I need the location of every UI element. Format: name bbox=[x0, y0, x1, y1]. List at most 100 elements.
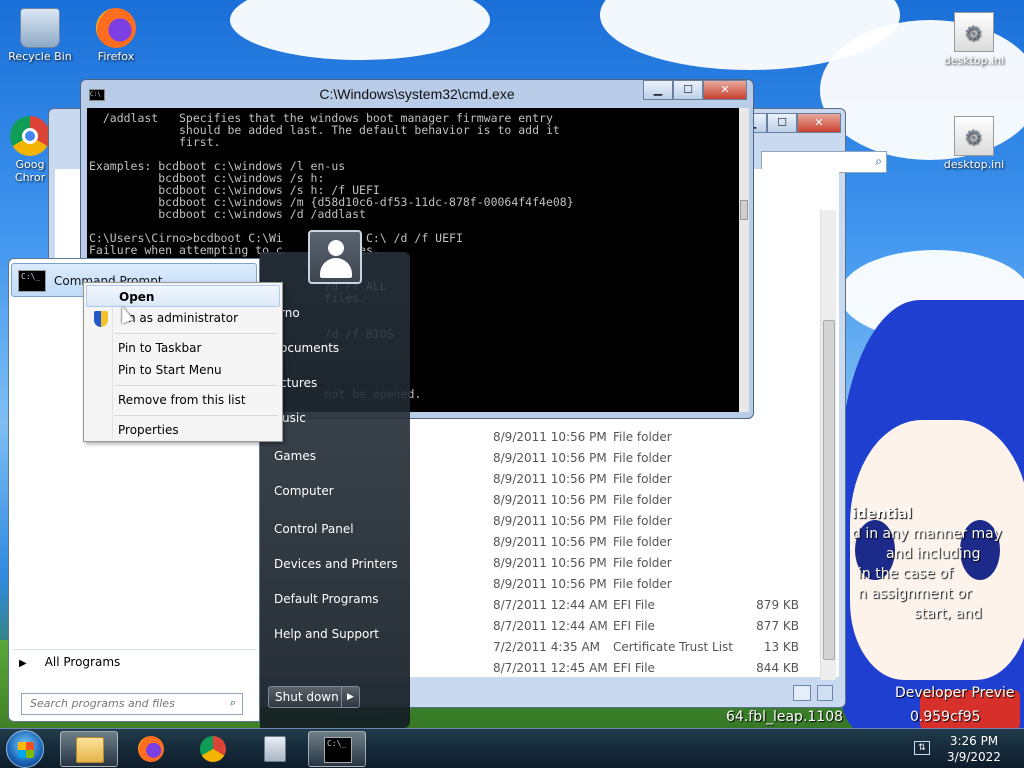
scrollbar-thumb[interactable] bbox=[740, 200, 748, 220]
context-menu-item-label: Remove from this list bbox=[118, 393, 246, 407]
context-menu-item-open[interactable]: Open bbox=[86, 285, 280, 307]
desktop-icon-label: Goog Chror bbox=[14, 158, 46, 184]
taskbar-explorer-button[interactable] bbox=[60, 731, 118, 767]
file-date-modified: 8/9/2011 10:56 PM bbox=[493, 577, 607, 591]
watermark-line: 0.959cf95 bbox=[910, 709, 981, 725]
start-link-documents[interactable]: ocuments bbox=[280, 341, 339, 355]
watermark-line: start, and bbox=[914, 606, 982, 622]
start-link-control-panel[interactable]: Control Panel bbox=[274, 522, 354, 536]
file-date-modified: 8/9/2011 10:56 PM bbox=[493, 493, 607, 507]
start-search-input[interactable]: Search programs and files ⌕ bbox=[21, 693, 243, 715]
taskbar-firefox-button[interactable] bbox=[122, 731, 180, 767]
desktop-icon-desktop-ini-2[interactable]: desktop.ini bbox=[938, 116, 1010, 171]
taskbar: C:\_ ⇅ 3:26 PM 3/9/2022 bbox=[0, 728, 1024, 768]
view-thumbnails-icon[interactable] bbox=[817, 685, 833, 701]
context-menu-divider bbox=[114, 415, 278, 416]
context-menu-divider bbox=[114, 385, 278, 386]
cmd-maximize-button[interactable]: ☐ bbox=[673, 80, 703, 100]
file-size: 13 KB bbox=[763, 640, 799, 654]
file-type: File folder bbox=[613, 451, 672, 465]
start-link-devices-printers[interactable]: Devices and Printers bbox=[274, 557, 398, 571]
user-avatar[interactable] bbox=[308, 230, 362, 284]
taskbar-chrome-button[interactable] bbox=[184, 731, 242, 767]
chrome-icon bbox=[200, 736, 226, 762]
file-date-modified: 8/7/2011 12:44 AM bbox=[493, 619, 608, 633]
context-menu-item-properties[interactable]: Properties bbox=[86, 419, 280, 441]
view-toggle-icon[interactable] bbox=[793, 685, 811, 701]
context-menu-divider bbox=[114, 333, 278, 334]
search-placeholder: Search programs and files bbox=[30, 697, 175, 710]
start-menu-divider bbox=[13, 649, 255, 650]
shutdown-label: Shut down bbox=[275, 690, 339, 704]
cmd-vertical-scrollbar[interactable] bbox=[739, 108, 749, 412]
desktop-icon-label: desktop.ini bbox=[943, 158, 1005, 171]
explorer-close-button[interactable]: ✕ bbox=[797, 113, 841, 133]
desktop-icon-label: Firefox bbox=[97, 50, 135, 63]
shutdown-button[interactable]: Shut down ▶ bbox=[268, 686, 360, 708]
all-programs-button[interactable]: ▶ All Programs bbox=[19, 655, 120, 669]
user-head-icon bbox=[328, 240, 344, 256]
watermark-line: Developer Previe bbox=[895, 685, 1015, 701]
chevron-right-icon[interactable]: ▶ bbox=[341, 687, 359, 707]
taskbar-clock[interactable]: 3:26 PM 3/9/2022 bbox=[944, 733, 1004, 765]
file-size: 877 KB bbox=[756, 619, 799, 633]
watermark-line: n assignment or bbox=[858, 586, 972, 602]
settings-file-icon bbox=[954, 12, 994, 52]
cmd-minimize-button[interactable]: ▁ bbox=[643, 80, 673, 100]
watermark-line: idential bbox=[852, 506, 913, 522]
watermark-line: d in any manner may bbox=[852, 526, 1003, 542]
explorer-vertical-scrollbar[interactable] bbox=[820, 210, 836, 680]
context-menu-item-run-as-admin[interactable]: n as administrator bbox=[86, 307, 280, 329]
context-menu-item-pin-start[interactable]: Pin to Start Menu bbox=[86, 359, 280, 381]
scrollbar-thumb[interactable] bbox=[823, 320, 835, 660]
desktop-icon-desktop-ini[interactable]: desktop.ini bbox=[938, 12, 1010, 67]
triangle-right-icon: ▶ bbox=[19, 658, 27, 669]
file-type: Certificate Trust List bbox=[613, 640, 733, 654]
explorer-maximize-button[interactable]: ☐ bbox=[767, 113, 797, 133]
context-menu-item-pin-taskbar[interactable]: Pin to Taskbar bbox=[86, 337, 280, 359]
taskbar-cmd-button[interactable]: C:\_ bbox=[308, 731, 366, 767]
firefox-icon bbox=[138, 736, 164, 762]
all-programs-label: All Programs bbox=[44, 655, 121, 669]
file-type: File folder bbox=[613, 535, 672, 549]
recycle-bin-icon bbox=[20, 8, 60, 48]
file-size: 879 KB bbox=[756, 598, 799, 612]
file-date-modified: 8/9/2011 10:56 PM bbox=[493, 472, 607, 486]
uac-shield-icon bbox=[94, 311, 108, 327]
start-link-computer[interactable]: Computer bbox=[274, 484, 334, 498]
watermark-line: in the case of bbox=[858, 566, 953, 582]
file-date-modified: 8/9/2011 10:56 PM bbox=[493, 535, 607, 549]
file-date-modified: 8/9/2011 10:56 PM bbox=[493, 451, 607, 465]
desktop-icon-firefox[interactable]: Firefox bbox=[80, 8, 152, 63]
cmd-close-button[interactable]: ✕ bbox=[703, 80, 747, 100]
file-date-modified: 8/9/2011 10:56 PM bbox=[493, 430, 607, 444]
file-type: File folder bbox=[613, 472, 672, 486]
start-link-music[interactable]: usic bbox=[282, 411, 306, 425]
file-date-modified: 8/7/2011 12:44 AM bbox=[493, 598, 608, 612]
file-type: File folder bbox=[613, 493, 672, 507]
file-type: File folder bbox=[613, 556, 672, 570]
taskbar-calculator-button[interactable] bbox=[246, 731, 304, 767]
file-type: File folder bbox=[613, 577, 672, 591]
chrome-icon bbox=[10, 116, 50, 156]
file-type: EFI File bbox=[613, 619, 655, 633]
start-link-help-support[interactable]: Help and Support bbox=[274, 627, 379, 641]
desktop-icon-label: Recycle Bin bbox=[8, 50, 72, 63]
start-button[interactable] bbox=[6, 730, 44, 768]
calculator-icon bbox=[264, 736, 286, 762]
file-size: 844 KB bbox=[756, 661, 799, 675]
settings-file-icon bbox=[954, 116, 994, 156]
clock-date: 3/9/2022 bbox=[947, 750, 1001, 764]
start-link-default-programs[interactable]: Default Programs bbox=[274, 592, 379, 606]
search-icon: ⌕ bbox=[229, 696, 236, 709]
file-type: EFI File bbox=[613, 598, 655, 612]
network-icon[interactable]: ⇅ bbox=[914, 741, 930, 755]
context-menu: Open n as administrator Pin to Taskbar P… bbox=[83, 282, 283, 442]
context-menu-item-remove[interactable]: Remove from this list bbox=[86, 389, 280, 411]
start-link-games[interactable]: Games bbox=[274, 449, 316, 463]
watermark-line: and including bbox=[886, 546, 981, 562]
context-menu-item-label: Pin to Start Menu bbox=[118, 363, 222, 377]
desktop-icon-recycle-bin[interactable]: Recycle Bin bbox=[4, 8, 76, 63]
file-date-modified: 7/2/2011 4:35 AM bbox=[493, 640, 601, 654]
start-link-pictures[interactable]: ctures bbox=[280, 376, 317, 390]
